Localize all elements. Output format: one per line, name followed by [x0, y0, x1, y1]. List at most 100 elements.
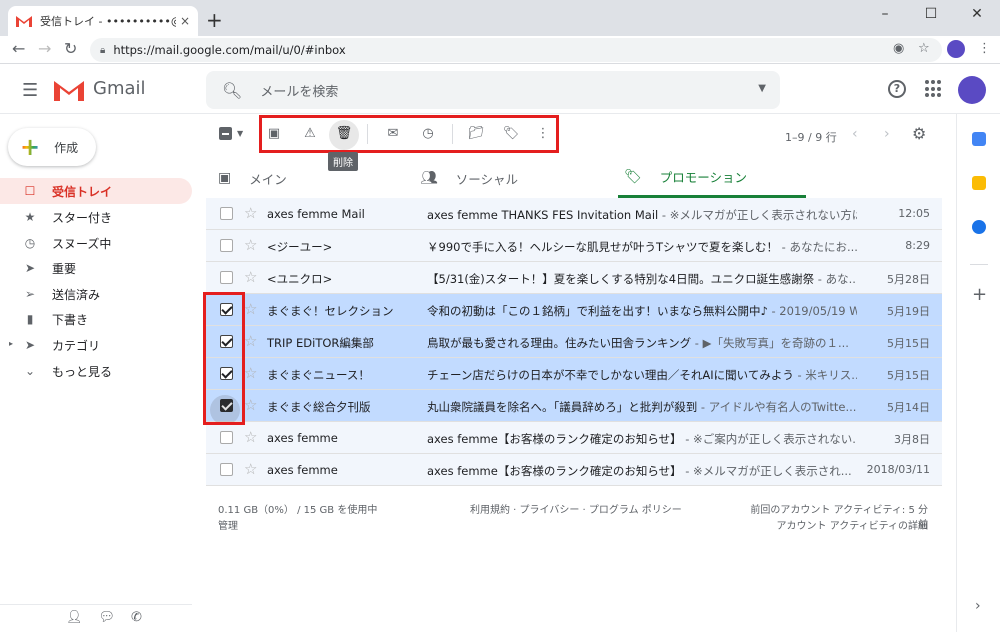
maximize-button[interactable]: ☐ [908, 2, 954, 26]
star-toggle-icon[interactable]: ☆ [244, 428, 257, 446]
calendar-icon[interactable] [972, 132, 986, 146]
mail-date: 5月28日 [887, 273, 930, 286]
star-toggle-icon[interactable]: ☆ [244, 236, 257, 254]
star-toggle-icon[interactable]: ☆ [244, 460, 257, 478]
side-panel: + › [956, 114, 1000, 632]
sidebar-item-snoozed[interactable]: ◷ スヌーズ中 [0, 230, 192, 256]
mail-subject: ￥990で手に入る！ヘルシーな肌見せが叶うTシャツで夏を楽しむ！ [427, 240, 778, 254]
search-icon[interactable]: 🔍︎ [222, 81, 242, 100]
tab-label: ソーシャル [455, 171, 519, 187]
annotation-highlight-checkboxes [203, 292, 245, 425]
search-options-icon[interactable]: ▼ [758, 83, 766, 94]
phone-icon[interactable]: ✆ [131, 610, 142, 625]
sidebar-item-inbox[interactable]: ☐ 受信トレイ [0, 178, 192, 204]
mail-date: 2018/03/11 [866, 463, 930, 476]
star-toggle-icon[interactable]: ☆ [244, 204, 257, 222]
policy-links[interactable]: 利用規約 · プライバシー · プログラム ポリシー [470, 501, 682, 516]
back-arrow-icon[interactable]: ← [12, 39, 25, 58]
mail-row[interactable]: ☆ axes femme axes femme【お客様のランク確定のお知らせ】 - … [206, 422, 942, 454]
compose-button[interactable]: + 作成 [8, 128, 96, 166]
add-addon-icon[interactable]: + [972, 284, 987, 305]
mail-row[interactable]: ☆ まぐまぐ！セレクション 令和の初動は「この１銘柄」で利益を出す！いまなら無料公開… [206, 294, 942, 326]
mail-subject: axes femme THANKS FES Invitation Mail [427, 208, 659, 222]
row-checkbox[interactable] [220, 431, 233, 444]
browser-tabstrip: 受信トレイ - ••••••••••@gmail × + – ☐ ✕ [0, 0, 1000, 36]
tab-promotions[interactable]: 🏷︎ プロモーション [618, 158, 806, 198]
select-all-checkbox[interactable] [219, 127, 232, 140]
star-toggle-icon[interactable]: ☆ [244, 364, 257, 382]
sidebar-item-label: スター付き [52, 210, 113, 225]
star-toggle-icon[interactable]: ☆ [244, 300, 257, 318]
tab-primary[interactable]: ▣ メイン [218, 158, 418, 198]
mail-snippet: - あな... [814, 272, 857, 286]
gmail-logo-icon [54, 81, 84, 101]
keep-icon[interactable] [972, 176, 986, 190]
help-icon[interactable]: ? [888, 80, 906, 98]
new-tab-button[interactable]: + [206, 8, 223, 32]
mail-row[interactable]: ☆ <ユニクロ> 【5/31(金)スタート！】夏を楽しくする特別な4日間。ユニクロ誕… [206, 262, 942, 294]
mail-row[interactable]: ☆ axes femme axes femme【お客様のランク確定のお知らせ】 - … [206, 454, 942, 486]
mail-row[interactable]: ☆ axes femme Mail axes femme THANKS FES In… [206, 198, 942, 230]
inbox-icon: ☐ [24, 184, 36, 198]
mail-subject: チェーン店だらけの日本が不幸でしかない理由／それAIに聞いてみよう [427, 368, 794, 382]
hangouts-icon[interactable]: 💬︎ [99, 610, 116, 625]
row-checkbox[interactable] [220, 463, 233, 476]
mail-row[interactable]: ☆ まぐまぐ総合夕刊版 丸山衆院議員を除名へ。「議員辞めろ」と批判が殺到 - アイド… [206, 390, 942, 422]
mail-snippet: - ※ご案内が正しく表示されない... [681, 432, 857, 446]
sidebar-item-important[interactable]: ➤ 重要 [0, 255, 192, 281]
bookmark-star-icon[interactable]: ☆ [918, 41, 930, 56]
gmail-favicon-icon [16, 16, 32, 27]
account-avatar[interactable] [958, 76, 986, 104]
mail-subject: 令和の初動は「この１銘柄」で利益を出す！いまなら無料公開中♪ [427, 304, 768, 318]
mail-date: 5月19日 [887, 305, 930, 318]
tasks-icon[interactable] [972, 220, 986, 234]
browser-profile-avatar[interactable] [947, 40, 965, 58]
sidebar-item-categories[interactable]: ➤ カテゴリ [0, 332, 192, 358]
mail-sender: <ユニクロ> [267, 272, 333, 286]
expand-panel-icon[interactable]: › [975, 598, 981, 614]
star-toggle-icon[interactable]: ☆ [244, 268, 257, 286]
apps-grid-icon[interactable] [925, 80, 943, 98]
tab-label: プロモーション [659, 170, 748, 185]
reload-icon[interactable]: ↻ [64, 39, 77, 58]
manage-link[interactable]: 管理 [218, 517, 238, 532]
row-checkbox[interactable] [220, 239, 233, 252]
row-checkbox[interactable] [220, 271, 233, 284]
close-window-button[interactable]: ✕ [954, 2, 1000, 26]
sidebar-item-sent[interactable]: ➢ 送信済み [0, 281, 192, 307]
tab-close-icon[interactable]: × [180, 14, 190, 28]
star-toggle-icon[interactable]: ☆ [244, 332, 257, 350]
settings-gear-icon[interactable]: ⚙︎ [912, 124, 926, 143]
minimize-button[interactable]: – [862, 2, 908, 26]
activity-details-link[interactable]: アカウント アクティビティの詳細 [744, 517, 928, 532]
main-menu-icon[interactable]: ☰ [22, 80, 38, 101]
row-checkbox[interactable] [220, 207, 233, 220]
person-icon[interactable]: 👤︎ [66, 610, 83, 625]
forward-arrow-icon[interactable]: → [38, 39, 51, 58]
mail-snippet: - ▶「失敗写真」を奇跡の１... [691, 336, 849, 350]
compose-plus-icon: + [20, 133, 41, 161]
search-input[interactable]: 🔍︎ メールを検索 ▼ [206, 71, 780, 109]
sidebar-item-drafts[interactable]: ▮ 下書き [0, 306, 192, 332]
expand-arrow-icon[interactable]: ▸ [9, 339, 13, 348]
sidebar-item-starred[interactable]: ★ スター付き [0, 204, 192, 230]
sidebar-item-label: 下書き [52, 312, 89, 327]
star-toggle-icon[interactable]: ☆ [244, 396, 257, 414]
select-dropdown-icon[interactable]: ▼ [237, 129, 243, 138]
next-page-icon[interactable]: › [884, 126, 890, 142]
important-icon: ➤ [24, 261, 36, 275]
sidebar-item-more[interactable]: ⌄ もっと見る [0, 358, 192, 384]
mail-date: 5月15日 [887, 337, 930, 350]
mail-row[interactable]: ☆ TRIP EDiTOR編集部 鳥取が最も愛される理由。住みたい田舎ランキング -… [206, 326, 942, 358]
panel-divider [970, 264, 988, 265]
tab-title: 受信トレイ - ••••••••••@gmail [40, 15, 176, 28]
browser-tab[interactable]: 受信トレイ - ••••••••••@gmail × [8, 6, 198, 36]
eye-icon[interactable]: ◉ [893, 41, 904, 56]
mail-row[interactable]: ☆ <ジーユー> ￥990で手に入る！ヘルシーな肌見せが叶うTシャツで夏を楽しむ！ … [206, 230, 942, 262]
url-input[interactable]: 🔒︎ https://mail.google.com/mail/u/0/#inb… [90, 38, 942, 62]
mail-subject: 丸山衆院議員を除名へ。「議員辞めろ」と批判が殺到 [427, 400, 698, 414]
tab-social[interactable]: 👥︎ ソーシャル [420, 158, 616, 198]
prev-page-icon[interactable]: ‹ [852, 126, 858, 142]
mail-row[interactable]: ☆ まぐまぐニュース！ チェーン店だらけの日本が不幸でしかない理由／それAIに聞いて… [206, 358, 942, 390]
browser-menu-icon[interactable]: ⋮ [978, 41, 991, 56]
